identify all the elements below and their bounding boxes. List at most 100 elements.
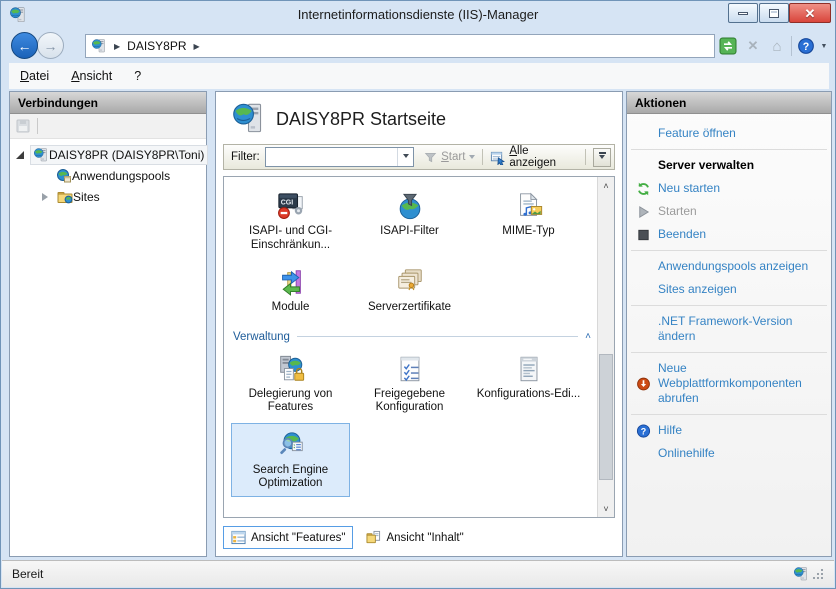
sites-folder-icon <box>57 189 73 205</box>
feature-grid: Delegierung von Features Freigegebene Kon… <box>231 347 597 499</box>
chevron-down-icon <box>402 153 409 161</box>
actions-list: Feature öffnen Server verwalten Neu starte… <box>627 114 831 465</box>
feature-isapi-und-cgi-einschränkun[interactable]: CGI ISAPI- und CGI-Einschränkun... <box>231 184 350 258</box>
action-anwendungspools-anzeigen[interactable]: Anwendungspools anzeigen <box>627 255 831 278</box>
filter-input[interactable] <box>264 147 415 167</box>
action-label: .NET Framework-Version ändern <box>658 314 793 343</box>
feature-search-engine-optimization[interactable]: Search Engine Optimization <box>231 422 350 497</box>
action-label: Beenden <box>658 227 707 241</box>
show-all-button[interactable]: Alle anzeigen <box>490 145 578 169</box>
action-separator <box>631 149 827 150</box>
scroll-down-button[interactable]: ˅ <box>598 500 614 517</box>
feature-label: Konfigurations-Edi... <box>476 387 581 400</box>
filter-dropdown-button[interactable] <box>397 148 413 166</box>
forward-button[interactable]: → <box>37 32 64 59</box>
action-hilfe[interactable]: ? Hilfe <box>627 419 831 442</box>
tree-item-daisy8pr-daisy8pr-toni[interactable]: DAISY8PR (DAISY8PR\Toni) <box>10 144 209 165</box>
feature-delegation-icon <box>276 354 306 384</box>
menu-item-datei[interactable]: Datei <box>9 65 60 87</box>
action-beenden[interactable]: Beenden <box>627 223 831 246</box>
iis-logo-icon <box>231 101 266 136</box>
group-by-button[interactable] <box>593 147 612 167</box>
action-onlinehilfe[interactable]: Onlinehilfe <box>627 442 831 465</box>
expander-closed-icon[interactable] <box>42 192 52 201</box>
tab-ansicht-inhalt[interactable]: Ansicht "Inhalt" <box>358 526 471 549</box>
maximize-icon <box>769 8 779 18</box>
feature-mime-typ[interactable]: MIME-Typ <box>469 184 588 258</box>
scrollbar-thumb[interactable] <box>599 353 613 480</box>
back-button[interactable]: ← <box>11 32 38 59</box>
title-bar: Internetinformationsdienste (IIS)-Manage… <box>1 1 835 29</box>
breadcrumb-item[interactable]: DAISY8PR <box>127 39 186 53</box>
refresh-icon <box>719 37 737 55</box>
iis-manager-window: Internetinformationsdienste (IIS)-Manage… <box>0 0 836 589</box>
action-label: Neu starten <box>658 181 721 195</box>
action-neue-webplattformkomponenten-abrufen[interactable]: Neue Webplattformkomponenten abrufen <box>627 357 831 410</box>
tree-item-selected[interactable]: DAISY8PR (DAISY8PR\Toni) <box>30 144 209 165</box>
breadcrumb-arrow-icon: ▶ <box>114 41 121 51</box>
collapse-group-icon[interactable]: ˄ <box>585 331 591 342</box>
tree-item-sites[interactable]: Sites <box>10 186 206 207</box>
minimize-button[interactable] <box>728 3 758 23</box>
feature-isapi-filter[interactable]: ISAPI-Filter <box>350 184 469 258</box>
tab-label: Ansicht "Features" <box>251 531 346 544</box>
save-connection-icon[interactable] <box>15 118 31 134</box>
action-net-framework-version-ändern[interactable]: .NET Framework-Version ändern <box>627 310 831 348</box>
status-text: Bereit <box>12 567 44 581</box>
tab-label: Ansicht "Inhalt" <box>386 531 464 544</box>
filter-label: Filter: <box>231 151 260 163</box>
tree-item-label: DAISY8PR (DAISY8PR\Toni) <box>49 147 205 162</box>
close-icon: ✕ <box>804 5 816 21</box>
action-sites-anzeigen[interactable]: Sites anzeigen <box>627 278 831 301</box>
status-bar: Bereit <box>2 560 834 587</box>
home-icon: ⌂ <box>772 37 782 55</box>
feature-serverzertifikate[interactable]: Serverzertifikate <box>350 260 469 321</box>
iis-logo-icon <box>91 38 107 54</box>
vertical-scrollbar[interactable]: ˄ ˅ <box>597 177 614 517</box>
maximize-button[interactable] <box>759 3 789 23</box>
chevron-down-icon <box>599 154 606 162</box>
feature-label: Freigegebene Konfiguration <box>374 387 445 414</box>
toolbar-separator <box>37 118 38 134</box>
show-all-label: Alle anzeigen <box>509 145 557 169</box>
breadcrumb[interactable]: ▶ DAISY8PR ▶ <box>85 34 715 58</box>
tab-ansicht-features[interactable]: Ansicht "Features" <box>223 526 354 549</box>
resize-grip[interactable] <box>812 568 824 580</box>
menu-item-help[interactable]: ? <box>123 65 152 87</box>
scroll-up-button[interactable]: ˄ <box>598 177 614 194</box>
tree-item-anwendungspools[interactable]: Anwendungspools <box>10 165 206 186</box>
feature-konfigurations-edi[interactable]: Konfigurations-Edi... <box>469 347 588 421</box>
expander-open-icon[interactable] <box>16 150 24 159</box>
funnel-icon <box>424 151 437 164</box>
connections-toolbar <box>10 114 206 139</box>
refresh-button[interactable] <box>717 35 739 57</box>
filter-start-button[interactable]: Start <box>424 151 476 164</box>
delete-connection-button[interactable]: ✕ <box>742 35 764 57</box>
help-button[interactable]: ? <box>795 35 817 57</box>
feature-module[interactable]: Module <box>231 260 350 321</box>
svg-text:?: ? <box>641 426 646 436</box>
iis-logo-icon <box>793 566 809 582</box>
action-label: Server verwalten <box>658 158 755 172</box>
feature-group-name: Verwaltung <box>233 330 290 343</box>
stop-icon <box>636 227 651 242</box>
feature-delegierung-von-features[interactable]: Delegierung von Features <box>231 347 350 421</box>
svg-text:?: ? <box>803 41 810 53</box>
menu-item-ansicht[interactable]: Ansicht <box>60 65 123 87</box>
action-feature-öffnen[interactable]: Feature öffnen <box>627 122 831 145</box>
close-button[interactable]: ✕ <box>789 3 831 23</box>
feature-freigegebene-konfiguration[interactable]: Freigegebene Konfiguration <box>350 347 469 421</box>
server-certificates-icon <box>395 267 425 297</box>
connections-tree: DAISY8PR (DAISY8PR\Toni) Anwendungspools S… <box>10 139 209 207</box>
action-label: Sites anzeigen <box>658 282 737 296</box>
home-button[interactable]: ⌂ <box>766 35 788 57</box>
show-all-icon <box>490 150 506 165</box>
action-neu-starten[interactable]: Neu starten <box>627 177 831 200</box>
shared-config-icon <box>395 354 425 384</box>
help-dropdown-button[interactable]: ▼ <box>817 35 831 57</box>
app-pools-icon <box>56 168 72 184</box>
feature-label: ISAPI- und CGI-Einschränkun... <box>248 225 333 251</box>
breadcrumb-arrow-icon[interactable]: ▶ <box>194 42 200 51</box>
toolbar-separator <box>482 149 484 165</box>
action-label: Feature öffnen <box>658 126 736 140</box>
